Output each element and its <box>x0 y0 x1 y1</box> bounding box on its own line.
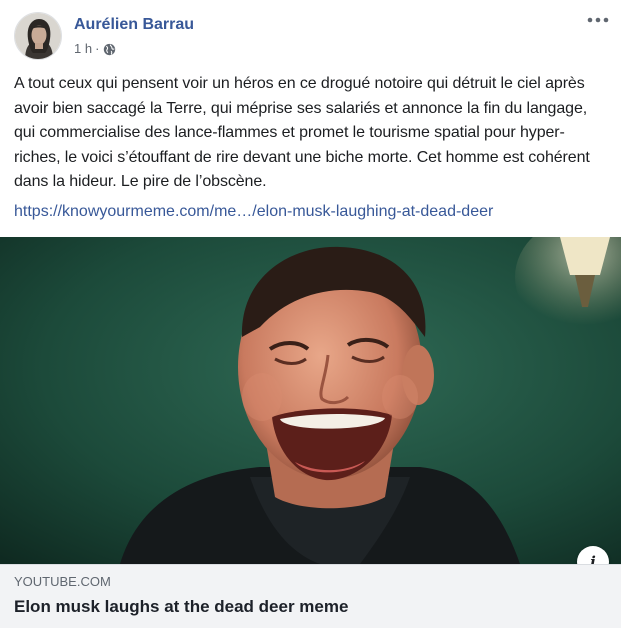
link-preview-footer[interactable]: YOUTUBE.COM Elon musk laughs at the dead… <box>0 564 621 628</box>
post-timestamp[interactable]: 1 h <box>74 40 92 58</box>
link-domain: YOUTUBE.COM <box>14 574 111 589</box>
link-preview-image[interactable] <box>0 237 621 564</box>
facebook-post: Aurélien Barrau 1 h · A tout ceux qui pe… <box>0 0 621 628</box>
post-header: Aurélien Barrau 1 h · <box>0 0 621 66</box>
avatar[interactable] <box>14 12 62 60</box>
post-text: A tout ceux qui pensent voir un héros en… <box>14 75 590 190</box>
avatar-image <box>15 13 61 59</box>
author-name[interactable]: Aurélien Barrau <box>74 15 194 35</box>
post-meta: 1 h · <box>74 40 116 58</box>
post-link[interactable]: https://knowyourmeme.com/me…/elon-musk-l… <box>14 201 493 223</box>
globe-icon[interactable] <box>103 43 116 56</box>
link-title[interactable]: Elon musk laughs at the dead deer meme <box>14 596 348 618</box>
meta-separator: · <box>95 41 100 56</box>
more-options-icon[interactable] <box>585 10 611 30</box>
